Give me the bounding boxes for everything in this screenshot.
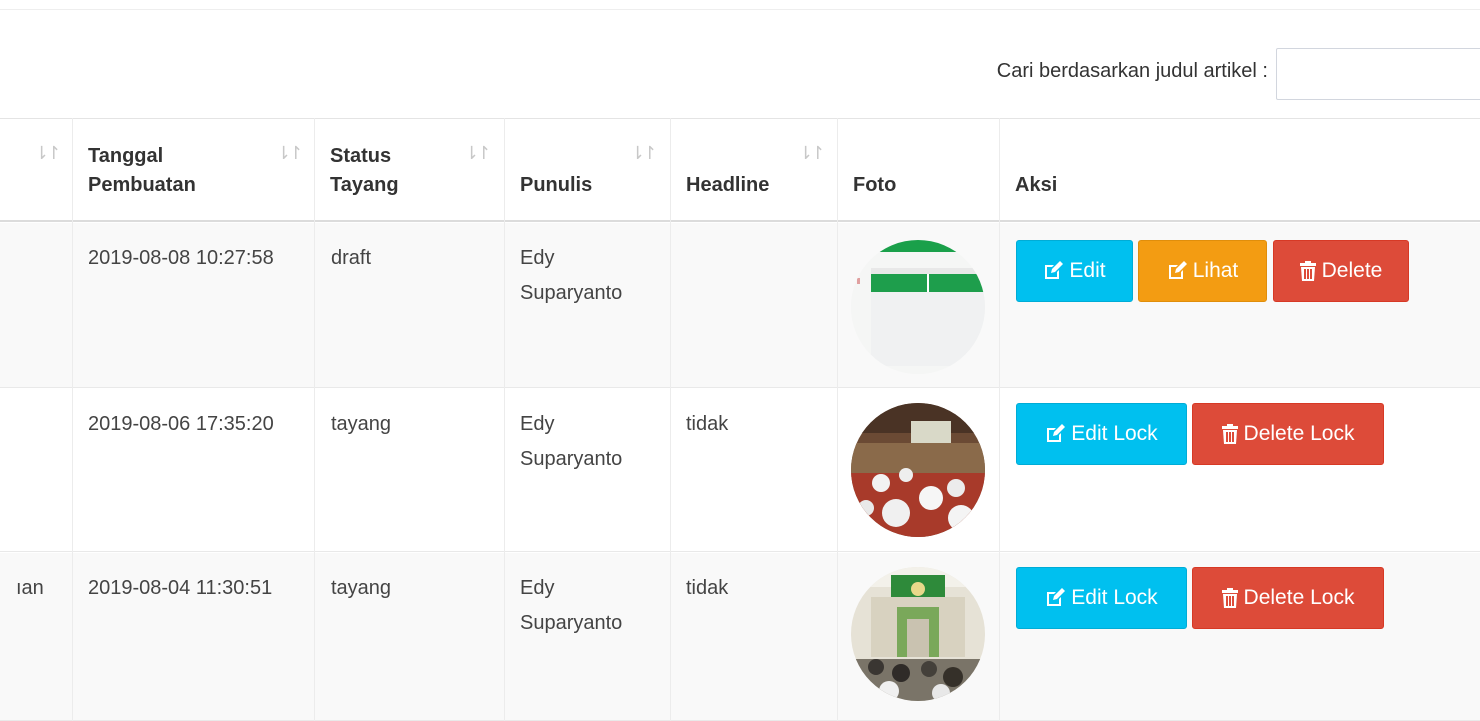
sort-icon[interactable]: ⇂↾ (464, 143, 491, 164)
delete-lock-button[interactable]: Delete Lock (1192, 567, 1384, 629)
articles-table: ⇂↾ Tanggal Pembuatan ⇂↾ Status Tayang ⇂↾… (0, 118, 1480, 721)
th-status[interactable]: Status Tayang ⇂↾ (314, 119, 504, 220)
trash-icon (1221, 424, 1238, 444)
th-title-partial[interactable]: ⇂↾ (0, 119, 72, 220)
cell-author: Edy Suparyanto (520, 577, 623, 634)
search-label: Cari berdasarkan judul artikel : (996, 60, 1268, 82)
cell-status: draft (331, 247, 372, 269)
cell-author: Edy Suparyanto (520, 247, 623, 304)
cell-author: Edy Suparyanto (520, 413, 623, 470)
sort-icon[interactable]: ⇂↾ (798, 143, 825, 164)
th-date[interactable]: Tanggal Pembuatan ⇂↾ (72, 119, 314, 220)
cell-headline: tidak (686, 413, 729, 435)
cell-status: tayang (331, 413, 392, 435)
edit-lock-button[interactable]: Edit Lock (1016, 567, 1187, 629)
table-row: ıan 2019-08-04 11:30:51 tayang Edy Supar… (0, 553, 1480, 721)
cell-title-fragment: ıan (16, 577, 44, 599)
cell-date: 2019-08-06 17:35:20 (88, 413, 274, 435)
search-bar: Cari berdasarkan judul artikel : (0, 48, 1480, 100)
edit-lock-button[interactable]: Edit Lock (1016, 403, 1187, 465)
cell-headline: tidak (686, 577, 729, 599)
edit-icon (1168, 261, 1187, 279)
sort-icon[interactable]: ⇂↾ (276, 143, 303, 164)
cell-date: 2019-08-08 10:27:58 (88, 247, 274, 269)
edit-icon (1047, 588, 1066, 606)
cell-date: 2019-08-04 11:30:51 (88, 577, 273, 599)
search-input[interactable] (1276, 48, 1480, 100)
delete-button[interactable]: Delete (1273, 240, 1409, 302)
trash-icon (1221, 588, 1238, 608)
article-photo (851, 403, 985, 537)
view-button[interactable]: Lihat (1138, 240, 1267, 302)
sort-icon[interactable]: ⇂↾ (34, 143, 61, 164)
article-thumbnail (851, 240, 985, 374)
delete-lock-button[interactable]: Delete Lock (1192, 403, 1384, 465)
edit-icon (1045, 261, 1064, 279)
edit-icon (1047, 424, 1066, 442)
top-divider (0, 9, 1480, 10)
trash-icon (1299, 261, 1316, 281)
th-headline[interactable]: Headline ⇂↾ (670, 119, 837, 220)
th-author[interactable]: Punulis ⇂↾ (504, 119, 670, 220)
article-photo (851, 567, 985, 701)
table-row: 2019-08-06 17:35:20 tayang Edy Suparyant… (0, 389, 1480, 552)
th-photo: Foto (853, 174, 897, 196)
sort-icon[interactable]: ⇂↾ (630, 143, 657, 164)
table-header: ⇂↾ Tanggal Pembuatan ⇂↾ Status Tayang ⇂↾… (0, 119, 1480, 222)
edit-button[interactable]: Edit (1016, 240, 1133, 302)
th-action: Aksi (1015, 174, 1058, 196)
cell-status: tayang (331, 577, 392, 599)
table-row: 2019-08-08 10:27:58 draft Edy Suparyanto… (0, 223, 1480, 388)
